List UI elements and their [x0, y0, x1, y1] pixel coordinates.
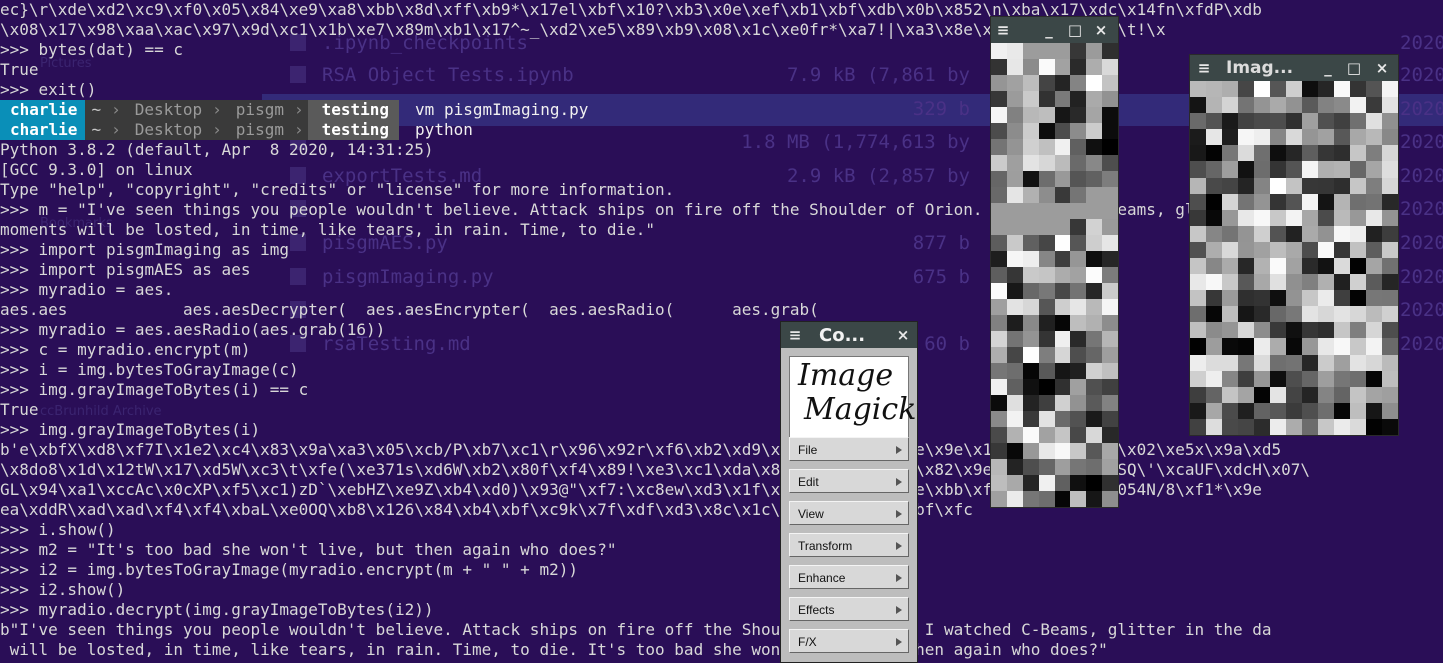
terminal-line: aes.aes aes.aesDecrypter( aes.aesEncrypt…: [0, 300, 819, 319]
menu-button-view[interactable]: View: [789, 501, 909, 525]
window-titlebar[interactable]: ≡ Co... ×: [781, 322, 917, 348]
prompt-git-branch: testing: [307, 120, 400, 140]
close-icon[interactable]: ×: [893, 325, 913, 345]
terminal-line: >>> img.grayImageToBytes(i) == c: [0, 380, 309, 399]
close-icon[interactable]: ×: [1091, 20, 1111, 40]
prompt-git-branch: testing: [307, 100, 400, 120]
terminal-line: >>> import pisgmAES as aes: [0, 260, 251, 279]
prompt-path-segment: pisgm: [225, 100, 290, 120]
arrow-right-icon: [896, 606, 902, 614]
window-titlebar[interactable]: ≡ Imag... _ □ ×: [1190, 55, 1398, 81]
terminal-line: [GCC 9.3.0] on linux: [0, 160, 193, 179]
menu-icon[interactable]: ≡: [993, 20, 1013, 40]
gray-noise-image: [1190, 81, 1398, 435]
terminal-line: Type "help", "copyright", "credits" or "…: [0, 180, 675, 199]
menu-icon[interactable]: ≡: [1194, 58, 1214, 78]
terminal-line: >>> i.show(): [0, 520, 116, 539]
window-titlebar[interactable]: ≡ _ □ ×: [991, 17, 1118, 43]
terminal-line: b"I've seen things you people wouldn't b…: [0, 620, 1272, 639]
menu-button-label: Transform: [798, 539, 853, 553]
prompt-home: ~: [85, 100, 108, 120]
terminal-line: >>> myradio.decrypt(img.grayImageToBytes…: [0, 600, 434, 619]
chevron-right-icon: ›: [289, 120, 308, 140]
prompt-path-segment: pisgm: [225, 120, 290, 140]
logo-text-line1: Image: [798, 358, 894, 393]
menu-button-fx[interactable]: F/X: [789, 629, 909, 653]
maximize-icon[interactable]: □: [1344, 58, 1364, 78]
arrow-right-icon: [896, 542, 902, 550]
menu-button-edit[interactable]: Edit: [789, 469, 909, 493]
image-window-2[interactable]: ≡ Imag... _ □ ×: [1189, 54, 1399, 436]
menu-button-label: File: [798, 443, 818, 457]
terminal-line: >>> import pisgmImaging as img: [0, 240, 289, 259]
menu-button-label: F/X: [798, 635, 817, 649]
gray-noise-image: [991, 43, 1118, 507]
shell-prompt: charlie ~ › Desktop › pisgm › testing vm pisgmIm…: [0, 100, 588, 120]
terminal-line: >>> i = img.bytesToGrayImage(c): [0, 360, 299, 379]
minimize-icon[interactable]: _: [1039, 20, 1059, 40]
menu-icon[interactable]: ≡: [785, 325, 805, 345]
terminal-line: will be losted, in time, like tears, in …: [0, 640, 1108, 659]
arrow-right-icon: [896, 446, 902, 454]
imagemagick-command-window[interactable]: ≡ Co... × Image Magick File Edit View Trans…: [780, 321, 918, 663]
terminal-line: >>> exit(): [0, 80, 97, 99]
terminal-line: True: [0, 60, 39, 79]
chevron-right-icon: ›: [208, 120, 226, 140]
minimize-icon[interactable]: _: [1318, 58, 1338, 78]
menu-button-file[interactable]: File: [789, 437, 909, 461]
arrow-right-icon: [896, 478, 902, 486]
chevron-right-icon: ›: [289, 100, 308, 120]
arrow-right-icon: [896, 574, 902, 582]
window-title: Imag...: [1226, 58, 1294, 78]
prompt-command: vm pisgmImaging.py: [415, 100, 589, 119]
arrow-right-icon: [896, 510, 902, 518]
logo-text-line2: Magick: [804, 392, 917, 427]
prompt-command: python: [415, 120, 473, 139]
terminal-line: >>> myradio = aes.: [0, 280, 174, 299]
terminal-line: >>> c = myradio.encrypt(m): [0, 340, 251, 359]
terminal-line: >>> m2 = "It's too bad she won't live, b…: [0, 540, 617, 559]
prompt-user: charlie: [0, 100, 86, 120]
menu-button-label: Enhance: [798, 571, 846, 585]
terminal-line: >>> i2.show(): [0, 580, 126, 599]
terminal-line: >>> i2 = img.bytesToGrayImage(myradio.en…: [0, 560, 578, 579]
image-window-1[interactable]: ≡ _ □ ×: [990, 16, 1119, 508]
chevron-right-icon: ›: [107, 100, 125, 120]
close-icon[interactable]: ×: [1372, 58, 1392, 78]
prompt-user: charlie: [0, 120, 86, 140]
menu-button-label: Edit: [798, 475, 819, 489]
terminal-line: moments will be losted, in time, like te…: [0, 220, 656, 239]
terminal-line: >>> myradio = aes.aesRadio(aes.grab(16)): [0, 320, 386, 339]
terminal-line: True: [0, 400, 39, 419]
menu-button-effects[interactable]: Effects: [789, 597, 909, 621]
terminal-line: >>> bytes(dat) == c: [0, 40, 184, 59]
menu-button-label: Effects: [798, 603, 835, 617]
terminal-line: Python 3.8.2 (default, Apr 8 2020, 14:31…: [0, 140, 434, 159]
window-title: Co...: [819, 325, 866, 346]
arrow-right-icon: [896, 638, 902, 646]
chevron-right-icon: ›: [208, 100, 226, 120]
chevron-right-icon: ›: [107, 120, 125, 140]
prompt-path-segment: Desktop: [124, 100, 209, 120]
prompt-path-segment: Desktop: [124, 120, 209, 140]
menu-button-enhance[interactable]: Enhance: [789, 565, 909, 589]
imagemagick-logo: Image Magick: [789, 356, 917, 446]
prompt-home: ~: [85, 120, 108, 140]
menu-button-transform[interactable]: Transform: [789, 533, 909, 557]
shell-prompt: charlie ~ › Desktop › pisgm › testing python: [0, 120, 473, 140]
terminal-line: >>> img.grayImageToBytes(i): [0, 420, 261, 439]
menu-button-label: View: [798, 507, 824, 521]
maximize-icon[interactable]: □: [1065, 20, 1085, 40]
